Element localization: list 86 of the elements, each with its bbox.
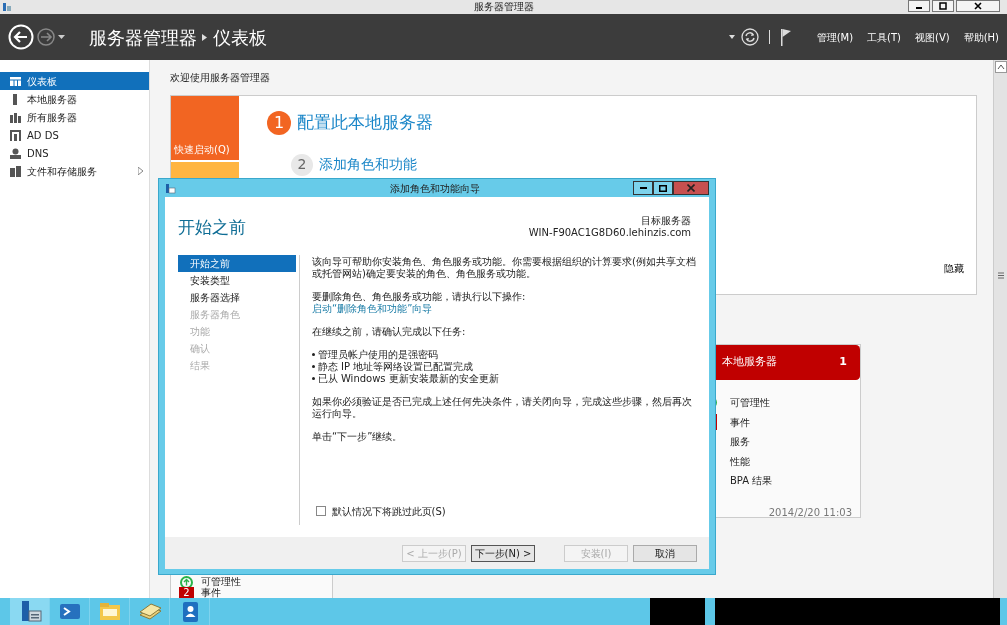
breadcrumb-arrow-icon bbox=[202, 33, 207, 41]
count-badge: 2 bbox=[179, 587, 194, 598]
menu-item[interactable]: 视图(V) bbox=[915, 29, 950, 45]
scroll-grip-icon bbox=[998, 272, 1004, 279]
breadcrumb-item[interactable]: 服务器管理器 bbox=[88, 23, 197, 51]
notifications-flag[interactable] bbox=[779, 28, 792, 46]
sidebar-item[interactable]: 所有服务器 bbox=[0, 108, 149, 126]
wizard-link[interactable]: 启动“删除角色和功能”向导 bbox=[312, 302, 433, 315]
timestamp: 2014/2/20 11:03 bbox=[767, 505, 853, 520]
sidebar-item[interactable]: 仪表板 bbox=[0, 72, 149, 90]
paragraph: 该向导可帮助你安装角色、角色服务或功能。你需要根据组织的计算要求(例如共享文档或托管网站)确定要安装的角色、角色服务或功能。 bbox=[312, 255, 697, 280]
wizard-step: 结果 bbox=[178, 356, 296, 374]
app-icon bbox=[165, 182, 176, 194]
wizard-button[interactable]: 下一步(N) > bbox=[471, 544, 535, 562]
expand-arrow-icon bbox=[138, 167, 143, 175]
checkbox-box[interactable] bbox=[316, 506, 326, 516]
forward-button[interactable] bbox=[36, 28, 55, 46]
refresh-icon bbox=[740, 28, 759, 46]
maximize-icon bbox=[659, 184, 667, 192]
wizard-step[interactable]: 安装类型 bbox=[178, 271, 296, 289]
dialog-title: 添加角色和功能向导 bbox=[388, 181, 481, 196]
tile-row-label[interactable]: 可管理性 bbox=[201, 577, 241, 588]
servers-icon bbox=[10, 111, 21, 123]
tile-row-label[interactable]: 可管理性 bbox=[730, 395, 770, 411]
close-icon bbox=[972, 1, 984, 11]
wizard-step: 功能 bbox=[178, 322, 296, 340]
wizard-button[interactable]: 取消 bbox=[633, 544, 697, 562]
bullet-icon bbox=[312, 377, 315, 380]
paragraph: 单击“下一步”继续。 bbox=[312, 430, 404, 443]
paragraph: 在继续之前，请确认完成以下任务: bbox=[312, 325, 467, 338]
refresh-button[interactable] bbox=[740, 28, 759, 46]
caret-icon bbox=[57, 34, 65, 40]
tile-row-label[interactable]: 服务 bbox=[730, 434, 750, 450]
tile-row-label[interactable]: 事件 bbox=[730, 414, 750, 430]
frame-icon bbox=[10, 129, 21, 141]
tile-row-label[interactable]: 事件 bbox=[201, 587, 221, 598]
history-dropdown[interactable] bbox=[57, 34, 65, 40]
sidebar-item[interactable]: AD DS bbox=[0, 126, 149, 144]
minimize-icon bbox=[639, 187, 647, 189]
target-server: WIN-F90AC1G8D60.lehinzis.com bbox=[528, 227, 691, 239]
restore-icon bbox=[937, 1, 949, 11]
menu-item[interactable]: 工具(T) bbox=[867, 29, 901, 45]
menu-item[interactable]: 管理(M) bbox=[816, 29, 854, 45]
wizard-step: 服务器角色 bbox=[178, 305, 296, 323]
paragraph: 要删除角色、角色服务或功能，请执行以下操作: bbox=[312, 290, 527, 303]
scroll-up-icon bbox=[995, 61, 1007, 73]
redacted-area bbox=[650, 598, 705, 625]
sidebar-item[interactable]: 本地服务器 bbox=[0, 90, 149, 108]
back-button[interactable] bbox=[8, 24, 34, 50]
target-label: 目标服务器 bbox=[640, 215, 691, 227]
close-button[interactable] bbox=[956, 0, 1000, 12]
step-number: 1 bbox=[267, 110, 291, 135]
restore-button[interactable] bbox=[932, 0, 954, 12]
bullet-text: 管理员帐户使用的是强密码 bbox=[317, 348, 438, 361]
caret-icon bbox=[729, 35, 736, 39]
sidebar-item[interactable]: DNS bbox=[0, 144, 149, 162]
maximize-button[interactable] bbox=[653, 181, 673, 195]
paragraph: 如果你必须验证是否已完成上述任何先决条件，请关闭向导，完成这些步骤，然后再次运行向导。 bbox=[312, 395, 693, 420]
app-icon bbox=[2, 2, 12, 12]
step-link[interactable]: 添加角色和功能 bbox=[318, 154, 417, 175]
section-title: 欢迎使用服务器管理器 bbox=[170, 71, 271, 85]
close-icon bbox=[687, 184, 695, 192]
page-heading: 开始之前 bbox=[178, 216, 246, 239]
minimize-button[interactable] bbox=[908, 0, 930, 12]
bullet-icon bbox=[312, 353, 315, 356]
dashboard-icon bbox=[10, 75, 21, 87]
wizard-step[interactable]: 服务器选择 bbox=[178, 288, 296, 306]
scrollbar[interactable] bbox=[993, 60, 1007, 598]
tile-row-label[interactable]: 性能 bbox=[730, 453, 750, 469]
menu-item[interactable]: 帮助(H) bbox=[963, 29, 999, 45]
hide-link[interactable]: 隐藏 bbox=[944, 261, 964, 276]
tile-row-label[interactable]: BPA 结果 bbox=[730, 473, 773, 489]
checkbox-label[interactable]: 默认情况下将跳过此页(S) bbox=[331, 503, 446, 519]
breadcrumb-item: 仪表板 bbox=[212, 25, 267, 50]
bullet-icon bbox=[312, 365, 315, 368]
step-number: 2 bbox=[291, 153, 313, 176]
bullet-text: 已从 Windows 更新安装最新的安全更新 bbox=[317, 372, 499, 385]
window-title: 服务器管理器 bbox=[473, 0, 534, 14]
sidebar-item[interactable]: 文件和存储服务 bbox=[0, 162, 149, 180]
taskbar-button[interactable] bbox=[10, 598, 50, 625]
flag-icon bbox=[779, 28, 792, 46]
wizard-step[interactable]: 开始之前 bbox=[178, 254, 296, 272]
bullet-text: 静态 IP 地址等网络设置已配置完成 bbox=[317, 360, 474, 373]
minimize-button[interactable] bbox=[633, 181, 653, 195]
step-link[interactable]: 配置此本地服务器 bbox=[296, 110, 433, 136]
wizard-step: 确认 bbox=[178, 339, 296, 357]
